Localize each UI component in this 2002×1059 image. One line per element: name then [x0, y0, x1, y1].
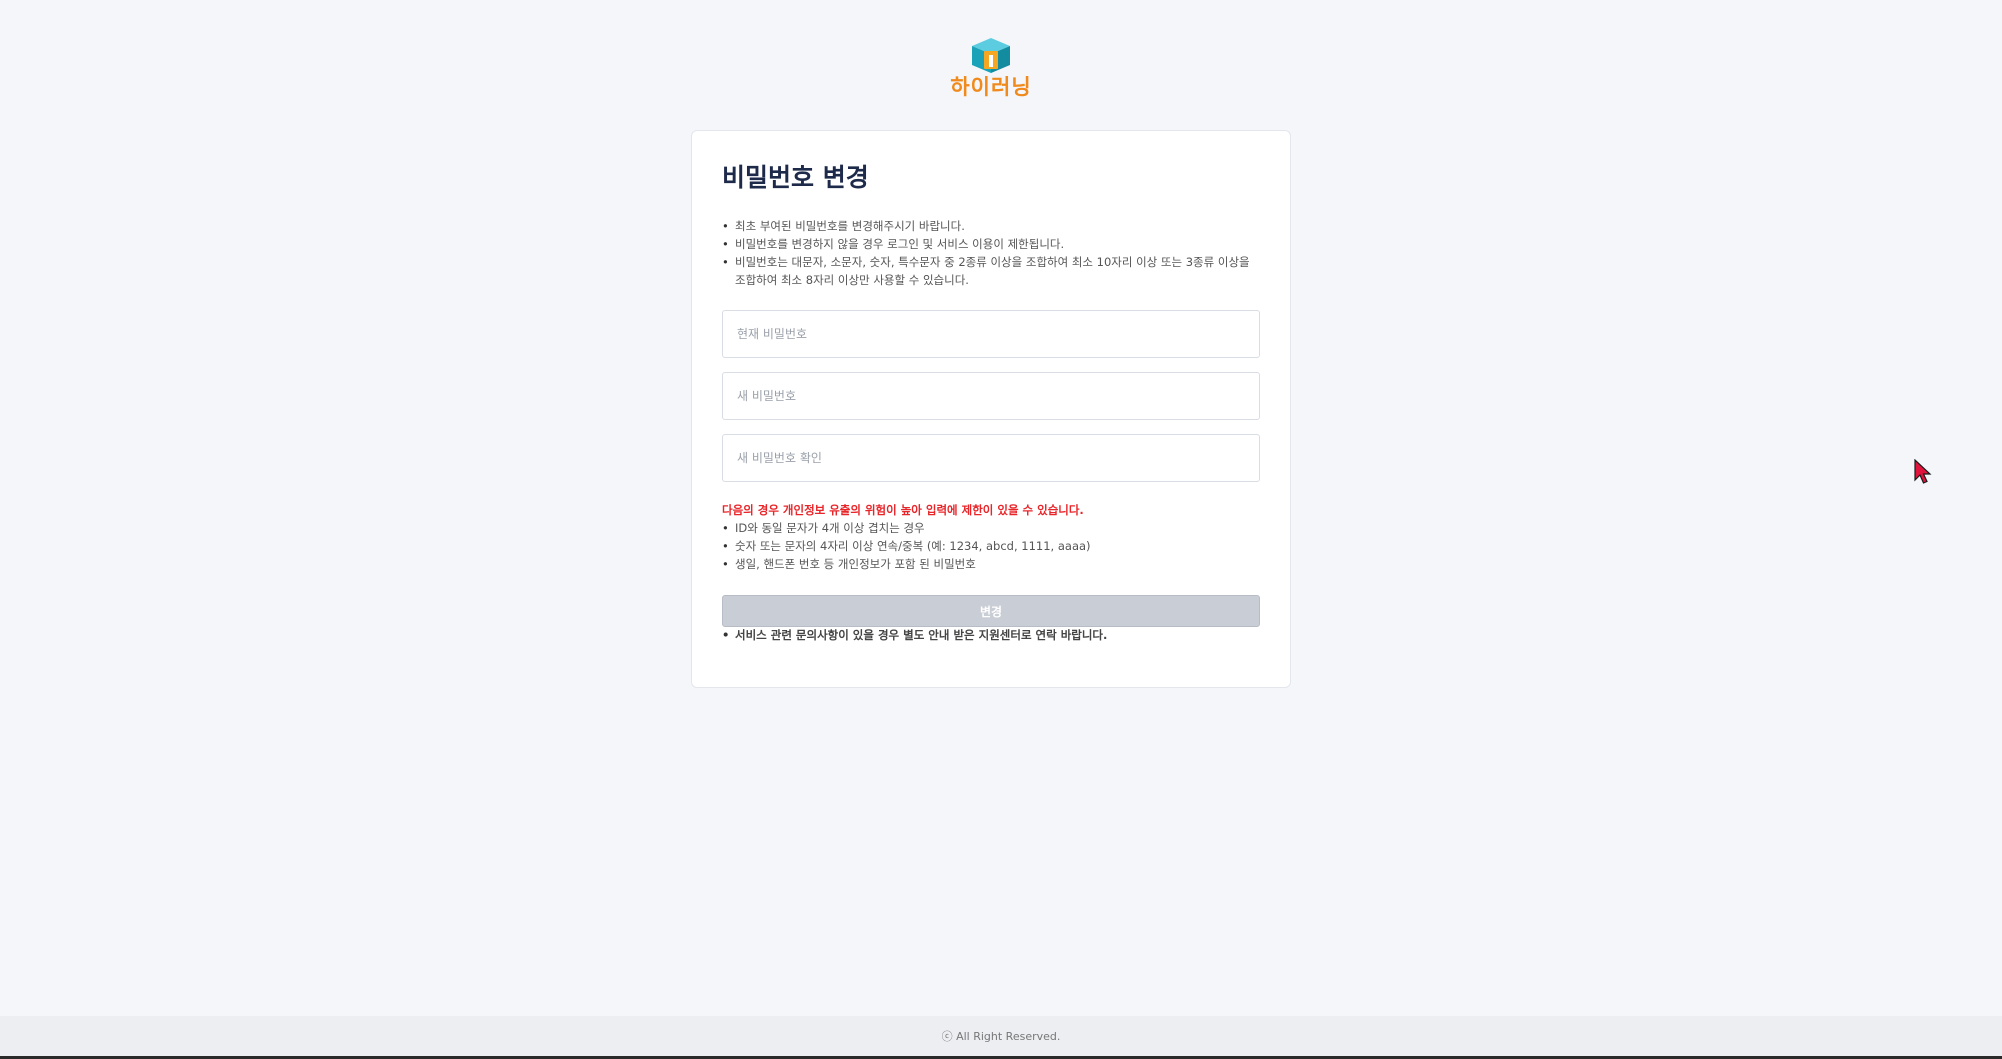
- contact-notice-list: 서비스 관련 문의사항이 있을 경우 별도 안내 받은 지원센터로 연락 바랍니…: [722, 626, 1262, 644]
- notice-item: 최초 부여된 비밀번호를 변경해주시기 바랍니다.: [722, 217, 1262, 235]
- notice-item: 비밀번호는 대문자, 소문자, 숫자, 특수문자 중 2종류 이상을 조합하여 …: [722, 253, 1262, 289]
- warning-item: ID와 동일 문자가 4개 이상 겹치는 경우: [722, 519, 1262, 537]
- confirm-password-input[interactable]: [722, 434, 1260, 482]
- warning-item: 생일, 핸드폰 번호 등 개인정보가 포함 된 비밀번호: [722, 555, 1262, 573]
- warning-title: 다음의 경우 개인정보 유출의 위험이 높아 입력에 제한이 있을 수 있습니다…: [722, 503, 1084, 517]
- warning-list: ID와 동일 문자가 4개 이상 겹치는 경우 숫자 또는 문자의 4자리 이상…: [722, 519, 1262, 573]
- copyright-text: ⓒ All Right Reserved.: [941, 1030, 1061, 1043]
- page-title: 비밀번호 변경: [722, 163, 869, 192]
- password-restriction-warning: 다음의 경우 개인정보 유출의 위험이 높아 입력에 제한이 있을 수 있습니다…: [722, 501, 1262, 573]
- warning-item: 숫자 또는 문자의 4자리 이상 연속/중복 (예: 1234, abcd, 1…: [722, 537, 1262, 555]
- notice-list: 최초 부여된 비밀번호를 변경해주시기 바랍니다. 비밀번호를 변경하지 않을 …: [722, 217, 1262, 289]
- brand-logo[interactable]: 하이러닝: [941, 36, 1041, 102]
- logo-text: 하이러닝: [950, 75, 1032, 99]
- new-password-input[interactable]: [722, 372, 1260, 420]
- notice-item: 비밀번호를 변경하지 않을 경우 로그인 및 서비스 이용이 제한됩니다.: [722, 235, 1262, 253]
- cube-logo-icon: [972, 38, 1010, 73]
- contact-notice: 서비스 관련 문의사항이 있을 경우 별도 안내 받은 지원센터로 연락 바랍니…: [722, 626, 1262, 644]
- change-password-button[interactable]: 변경: [722, 595, 1260, 627]
- mouse-cursor-icon: [1914, 459, 1932, 484]
- password-change-card: 비밀번호 변경 최초 부여된 비밀번호를 변경해주시기 바랍니다. 비밀번호를 …: [691, 130, 1291, 688]
- current-password-input[interactable]: [722, 310, 1260, 358]
- footer: ⓒ All Right Reserved.: [0, 1016, 2002, 1056]
